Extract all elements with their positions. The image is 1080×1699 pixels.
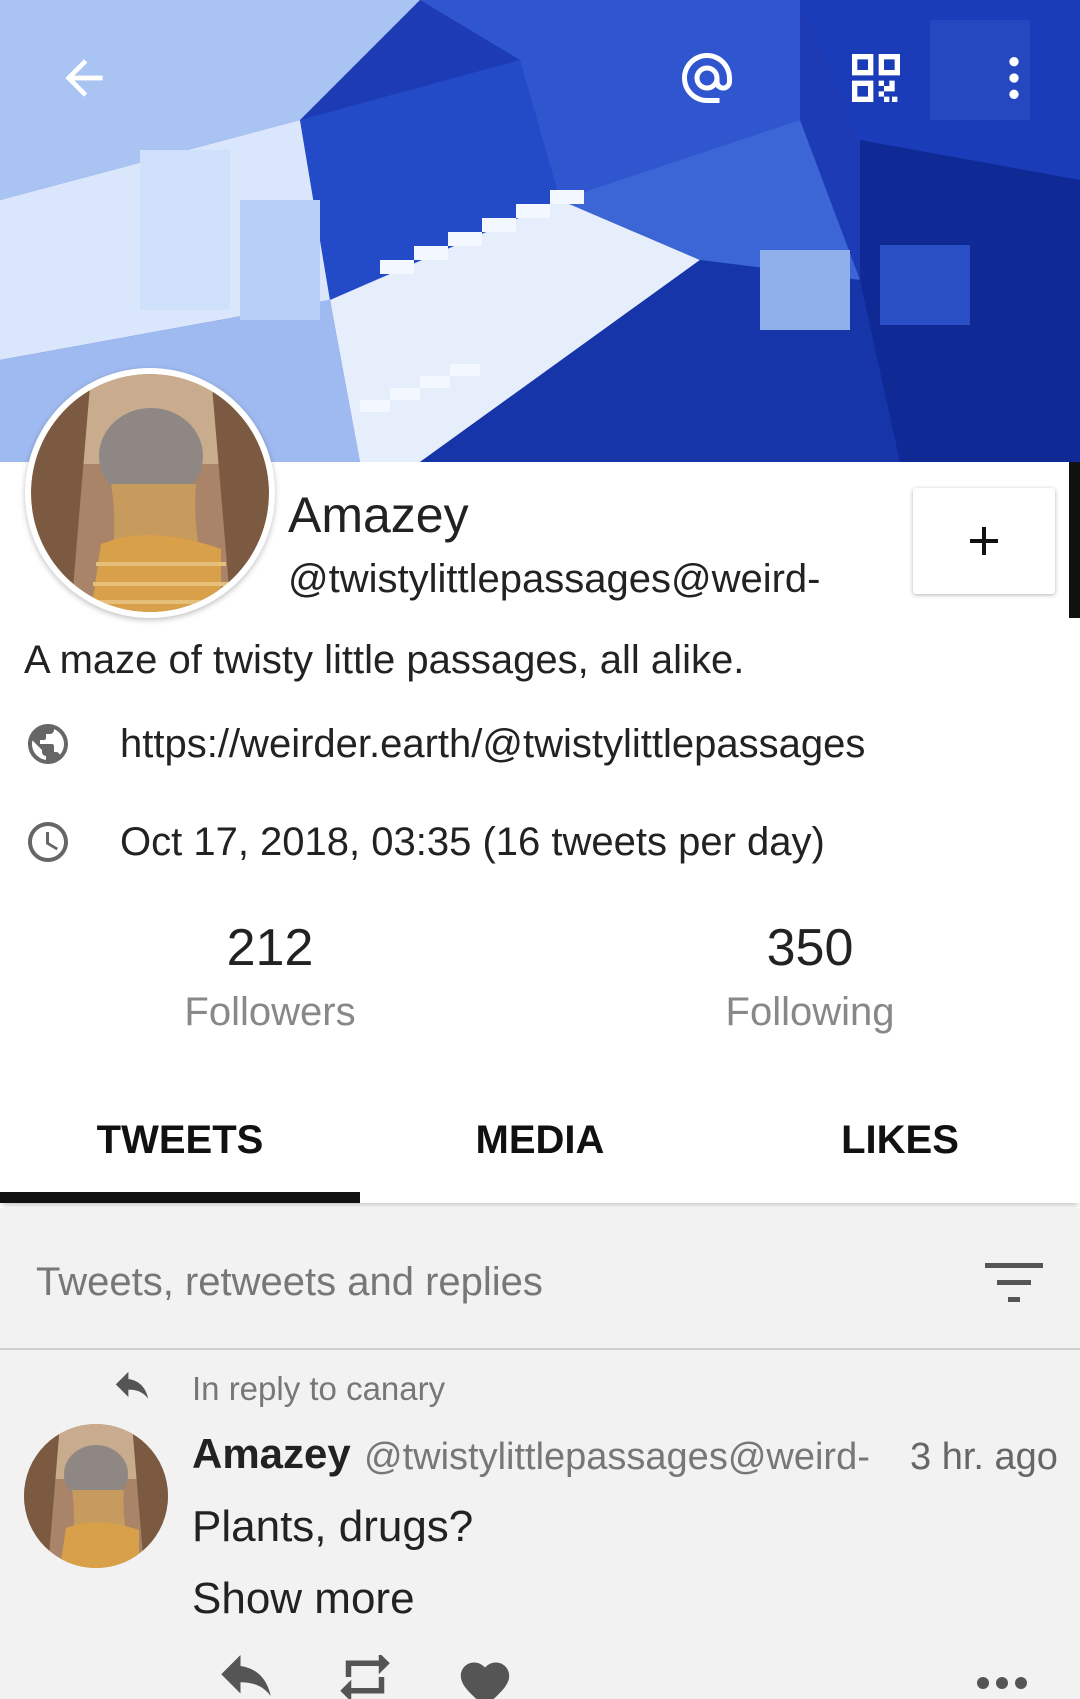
followers-count: 212: [226, 919, 314, 977]
profile-handle: @twistylittlepassages@weird-: [288, 557, 821, 601]
globe-icon: [28, 724, 68, 764]
more-vert-icon: [1009, 57, 1019, 99]
profile-url-link[interactable]: https://weirder.earth/@twistylittlepassa…: [120, 722, 865, 767]
top-action-bar: [0, 0, 1080, 160]
profile-url-row[interactable]: https://weirder.earth/@twistylittlepassa…: [24, 720, 865, 768]
scroll-edge-indicator: [1069, 462, 1080, 618]
profile-joined-row: Oct 17, 2018, 03:35 (16 tweets per day): [24, 818, 825, 866]
qr-code-icon: [852, 54, 900, 102]
following-stat[interactable]: 350 Following: [660, 918, 960, 1035]
retweet-action-icon[interactable]: [332, 1655, 398, 1699]
mention-button[interactable]: [667, 38, 747, 118]
tweet-text: Plants, drugs?: [192, 1502, 474, 1551]
more-horiz-icon[interactable]: [976, 1675, 1028, 1691]
plus-icon: [970, 527, 998, 555]
tweet-avatar-image: [24, 1424, 168, 1568]
timeline-filter-bar[interactable]: Tweets, retweets and replies: [0, 1208, 1080, 1350]
following-count: 350: [766, 919, 854, 977]
like-action-icon[interactable]: [456, 1655, 514, 1699]
at-icon: [682, 53, 732, 103]
arrow-left-icon: [65, 59, 103, 97]
tweet-author-name[interactable]: Amazey: [192, 1430, 351, 1478]
followers-label: Followers: [184, 990, 356, 1034]
profile-avatar[interactable]: [25, 368, 275, 618]
clock-icon: [28, 822, 68, 862]
profile-display-name: Amazey: [288, 487, 469, 543]
reply-icon: [115, 1371, 149, 1399]
tweet-item[interactable]: In reply to canary Amazey @twistylittlep…: [0, 1350, 1080, 1699]
tab-likes[interactable]: LIKES: [720, 1078, 1080, 1203]
follow-button[interactable]: [913, 488, 1055, 594]
following-label: Following: [725, 990, 895, 1034]
tweet-author-avatar[interactable]: [24, 1424, 168, 1568]
profile-joined-text: Oct 17, 2018, 03:35 (16 tweets per day): [120, 819, 825, 864]
filter-label: Tweets, retweets and replies: [36, 1260, 543, 1304]
overflow-menu-button[interactable]: [974, 38, 1054, 118]
active-tab-indicator: [0, 1192, 360, 1203]
tweet-author-handle: @twistylittlepassages@weird-: [364, 1436, 870, 1478]
tab-tweets[interactable]: TWEETS: [0, 1078, 360, 1203]
reply-action-icon[interactable]: [212, 1655, 280, 1699]
tab-media[interactable]: MEDIA: [360, 1078, 720, 1203]
profile-bio: A maze of twisty little passages, all al…: [24, 638, 745, 682]
profile-tabs: TWEETS MEDIA LIKES: [0, 1078, 1080, 1203]
tweet-timestamp: 3 hr. ago: [910, 1436, 1058, 1478]
filter-icon[interactable]: [985, 1263, 1043, 1303]
back-button[interactable]: [44, 38, 124, 118]
show-more-link[interactable]: Show more: [192, 1574, 415, 1624]
in-reply-to-label[interactable]: In reply to canary: [192, 1370, 445, 1408]
avatar-image: [31, 374, 269, 612]
qr-code-button[interactable]: [836, 38, 916, 118]
followers-stat[interactable]: 212 Followers: [120, 918, 420, 1035]
